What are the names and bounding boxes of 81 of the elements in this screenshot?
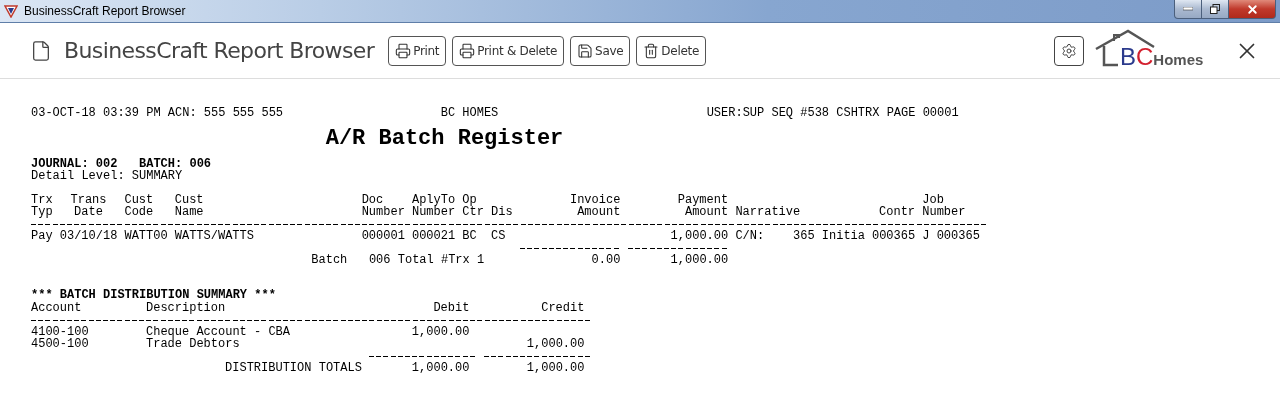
column-header: Account [31, 302, 83, 314]
column-header: Debit [432, 302, 470, 314]
debit-total: 1,000.00 [410, 362, 470, 374]
batch-total-label: Batch 006 Total #Trx 1 [311, 254, 486, 266]
payment-total: 1,000.00 [669, 254, 729, 266]
report-header: USER:SUP SEQ #538 CSHTRX PAGE 00001 [706, 107, 960, 119]
save-icon [577, 42, 594, 59]
column-header: Job [922, 194, 944, 206]
app-title: BusinessCraft Report Browser [64, 38, 375, 63]
table-cell-text: 1,000.00 [410, 326, 470, 338]
table-cell-text: 1,000.00 [525, 338, 585, 350]
column-header: Narrative [735, 206, 802, 218]
column-header: Op [462, 194, 477, 206]
document-icon [30, 39, 52, 62]
table-cell: 000021 [411, 230, 456, 242]
column-header: Cust [124, 194, 155, 206]
report-title: A/R Batch Register [325, 125, 565, 153]
column-header: Amount [576, 206, 621, 218]
column-header: Number [922, 206, 967, 218]
column-header: Trx [31, 194, 53, 206]
column-header: Number [411, 206, 456, 218]
column-header: Credit [540, 302, 585, 314]
column-header: Typ [31, 206, 53, 218]
totals-label: DISTRIBUTION TOTALS [225, 362, 362, 374]
column-header: Description [146, 302, 227, 314]
table-cell: WATT00 [124, 230, 168, 242]
house-icon [1094, 28, 1156, 67]
logo-text: B [1120, 44, 1136, 69]
column-header: Number [361, 206, 405, 218]
settings-button[interactable] [1054, 35, 1084, 66]
column-header: Invoice [568, 194, 621, 206]
journal-batch: JOURNAL: 002 BATCH: 006 [31, 158, 213, 170]
table-cell: 03/10/18 [59, 230, 118, 242]
invoice-total: 0.00 [590, 254, 621, 266]
table-cell-text: WATTS/WATTS [174, 230, 255, 242]
section-title: *** BATCH DISTRIBUTION SUMMARY *** [31, 289, 277, 301]
table-cell: 4500-100 [31, 338, 89, 350]
print-button[interactable]: Print [388, 35, 447, 66]
delete-button[interactable]: Delete [636, 35, 706, 66]
column-header: Doc [361, 194, 384, 206]
print-button[interactable]: Print & Delete [452, 35, 565, 66]
table-cell: Pay [31, 230, 53, 242]
restore-icon [1210, 4, 1220, 14]
table-cell: 000365 [871, 230, 916, 242]
logo-text: Homes [1153, 51, 1204, 67]
credit-total: 1,000.00 [525, 362, 585, 374]
column-header: Contr [878, 206, 916, 218]
table-cell-text: Trade Debtors [146, 338, 241, 350]
printer-icon [395, 42, 412, 59]
column-header: Cust [174, 194, 205, 206]
app-icon [4, 4, 18, 18]
table-cell: 000001 [361, 230, 405, 242]
table-cell: J 000365 [922, 230, 980, 242]
column-header: Payment [676, 194, 729, 206]
company-name: BC HOMES [440, 107, 500, 119]
table-cell-text: CS [491, 230, 507, 242]
maximize-button[interactable] [1201, 0, 1229, 19]
table-cell: C/N: 365 Initia [735, 230, 865, 242]
column-header: Ctr [462, 206, 484, 218]
window-title: BusinessCraft Report Browser [24, 4, 187, 18]
table-cell-text: Cheque Account - CBA [146, 326, 292, 338]
column-header: Date [73, 206, 104, 218]
column-header: Trans [69, 194, 108, 206]
minimize-button[interactable] [1174, 0, 1202, 19]
trash-icon [643, 42, 660, 59]
close-icon [1245, 2, 1259, 16]
table-cell-text: 1,000.00 [669, 230, 729, 242]
column-header: AplyTo [411, 194, 456, 206]
column-header: Amount [684, 206, 729, 218]
logo-text: C [1136, 44, 1154, 69]
report-header: 03-OCT-18 03:39 PM ACN: 555 555 555 [31, 107, 285, 119]
save-button[interactable]: Save [570, 35, 631, 66]
printer-icon [459, 42, 476, 59]
column-header: Dis [491, 206, 513, 218]
column-header: Name [174, 206, 205, 218]
table-cell: 4100-100 [31, 326, 89, 338]
table-cell-text: BC [462, 230, 478, 242]
minimize-icon [1183, 7, 1193, 11]
settings-icon [1061, 42, 1077, 59]
detail-level: Detail Level: SUMMARY [31, 170, 184, 182]
column-header: Code [124, 206, 155, 218]
